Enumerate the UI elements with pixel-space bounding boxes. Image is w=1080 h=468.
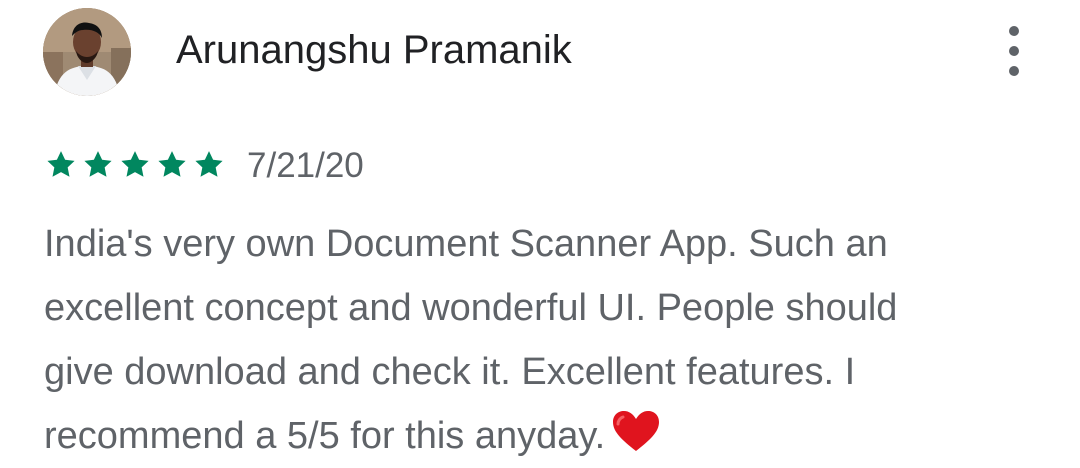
star-icon: [47, 151, 75, 177]
review-text: India's very own Document Scanner App. S…: [44, 212, 1044, 468]
star-rating: [44, 148, 226, 182]
review-date: 7/21/20: [247, 146, 364, 185]
avatar: [43, 8, 131, 96]
more-options-button[interactable]: [994, 26, 1034, 76]
review-text-last-line: recommend a 5/5 for this anyday.: [44, 404, 1044, 468]
more-vertical-icon: [1009, 46, 1019, 56]
review-text-line: recommend a 5/5 for this anyday.: [44, 415, 606, 457]
heart-icon: [611, 409, 661, 453]
star-icon: [84, 151, 112, 177]
review-text-line: give download and check it. Excellent fe…: [44, 351, 856, 393]
star-icon: [158, 151, 186, 177]
more-vertical-icon: [1009, 66, 1019, 76]
reviewer-name: Arunangshu Pramanik: [176, 28, 572, 72]
review-card: Arunangshu Pramanik 7/21/20 India's very…: [0, 0, 1080, 467]
review-text-line: India's very own Document Scanner App. S…: [44, 223, 888, 265]
review-text-line: excellent concept and wonderful UI. Peop…: [44, 287, 898, 329]
more-vertical-icon: [1009, 26, 1019, 36]
star-icon: [121, 151, 149, 177]
star-icon: [195, 151, 223, 177]
